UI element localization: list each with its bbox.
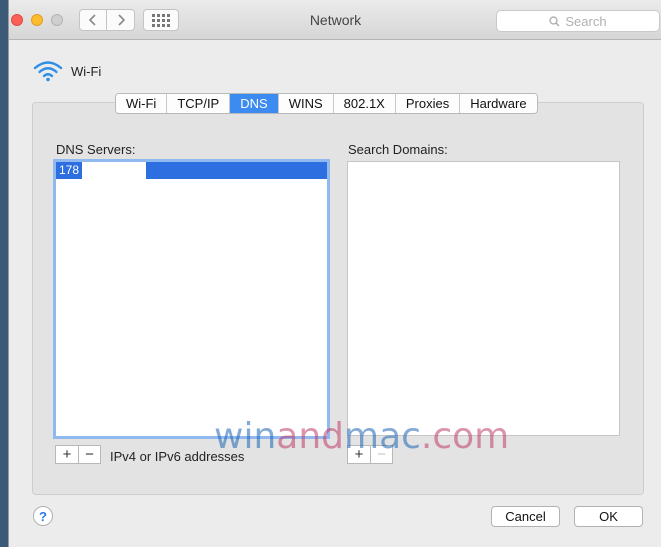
dns-server-row[interactable]: 178: [56, 162, 327, 179]
network-preferences-window: Network Search Wi-Fi Wi-Fi TCP/IP DNS WI…: [8, 0, 661, 547]
tab-bar: Wi-Fi TCP/IP DNS WINS 802.1X Proxies Har…: [115, 93, 538, 114]
help-button[interactable]: ?: [33, 506, 53, 526]
dns-servers-list[interactable]: 178: [53, 159, 330, 439]
tab-8021x[interactable]: 802.1X: [333, 94, 396, 113]
title-bar: Network Search: [9, 0, 661, 40]
add-dns-server-button[interactable]: +: [56, 446, 78, 463]
cancel-button[interactable]: Cancel: [491, 506, 560, 527]
tab-wifi[interactable]: Wi-Fi: [116, 94, 168, 113]
search-icon: [549, 15, 560, 26]
tab-tcpip[interactable]: TCP/IP: [167, 94, 231, 113]
remove-dns-server-button[interactable]: −: [78, 446, 100, 463]
search-domains-list[interactable]: [347, 161, 620, 436]
redaction-box: [82, 162, 146, 179]
search-field[interactable]: Search: [496, 10, 660, 32]
dns-server-value: 178: [59, 163, 80, 177]
search-placeholder: Search: [565, 13, 607, 29]
dns-servers-label: DNS Servers:: [56, 142, 136, 157]
tab-wins[interactable]: WINS: [278, 94, 334, 113]
watermark: winandmac.com: [214, 416, 510, 457]
dns-servers-add-remove: + −: [55, 445, 101, 464]
interface-header: Wi-Fi: [33, 60, 101, 82]
wifi-icon: [33, 61, 63, 82]
ok-button[interactable]: OK: [574, 506, 643, 527]
tab-hardware[interactable]: Hardware: [460, 94, 537, 113]
tab-proxies[interactable]: Proxies: [395, 94, 461, 113]
search-domains-label: Search Domains:: [348, 142, 448, 157]
tab-dns[interactable]: DNS: [230, 94, 279, 113]
interface-name: Wi-Fi: [71, 63, 102, 79]
